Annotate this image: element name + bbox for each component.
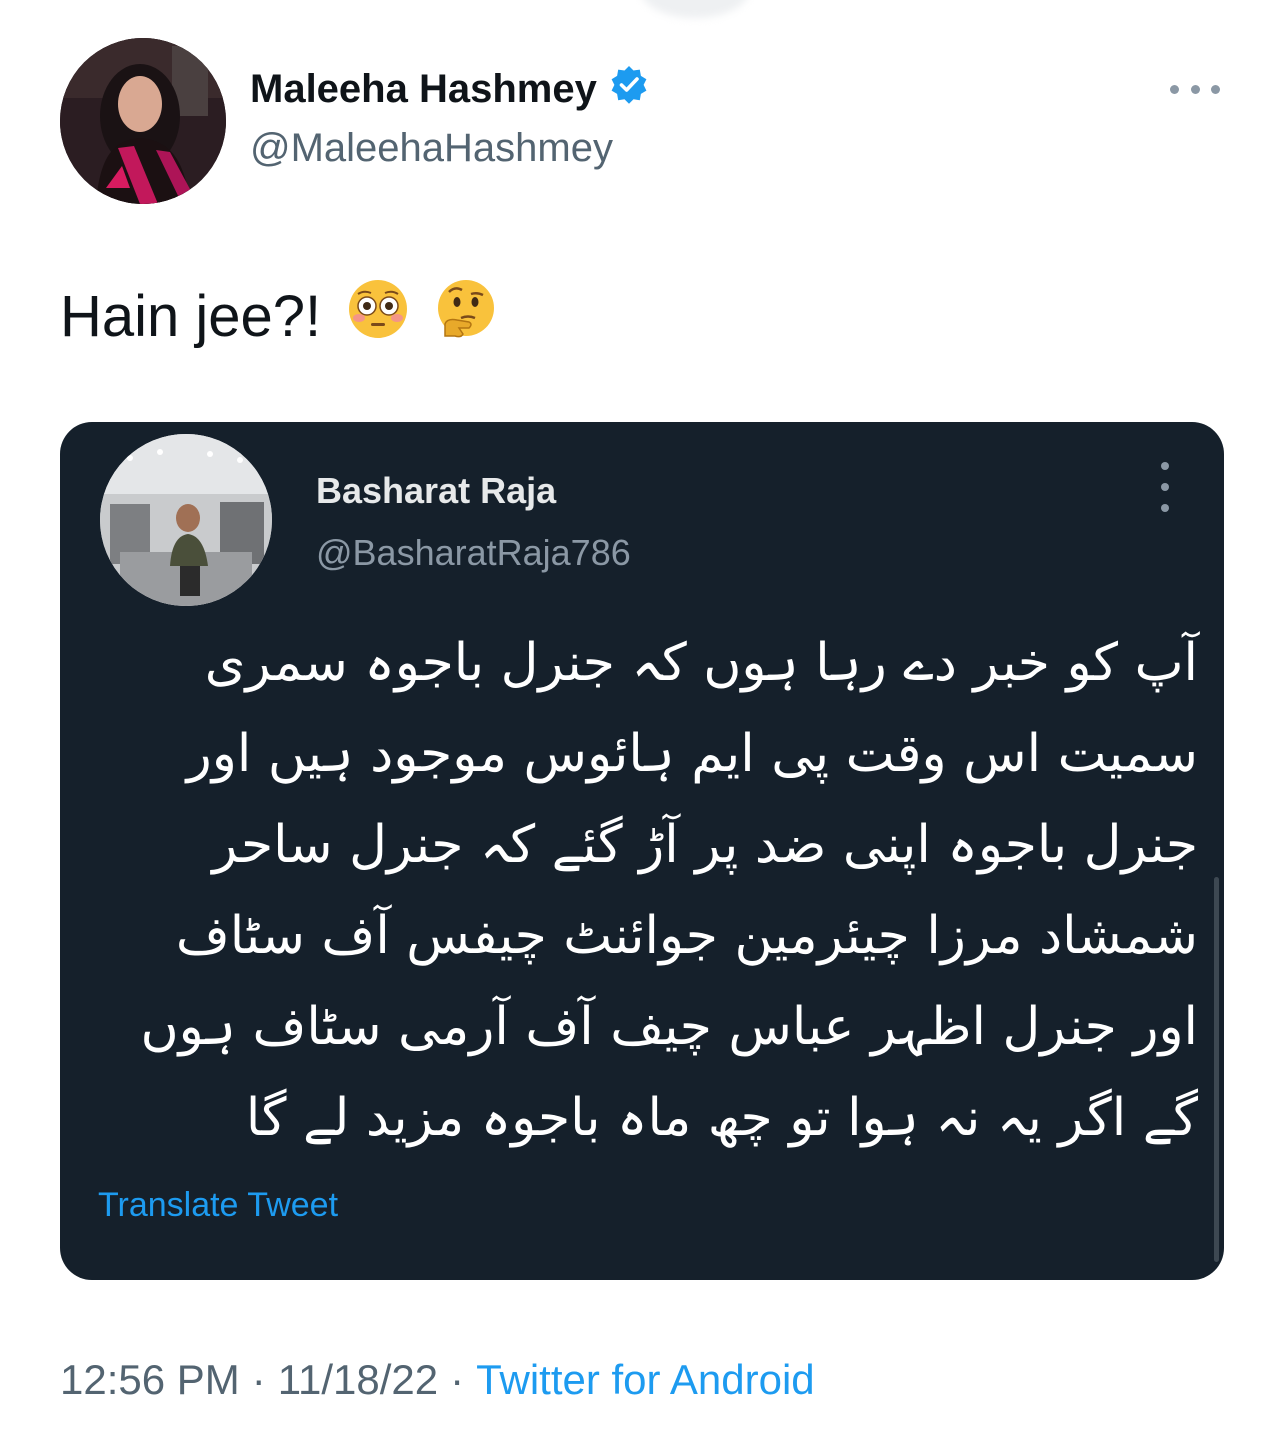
more-dot xyxy=(1211,84,1220,94)
more-dot xyxy=(1170,84,1179,94)
tweet-body: Hain jee?! xyxy=(60,278,497,354)
more-options-icon[interactable] xyxy=(1170,76,1220,102)
translate-tweet-link[interactable]: Translate Tweet xyxy=(98,1186,338,1225)
tweet-text: Hain jee?! xyxy=(60,283,322,349)
meta-separator: · xyxy=(251,1356,266,1403)
tweet-date[interactable]: 11/18/22 xyxy=(278,1356,438,1404)
quoted-text-line: سمیت اس وقت پی ایم ہائوس موجود ہیں اور xyxy=(186,724,1198,784)
quoted-text-line: گے اگر یہ نہ ہوا تو چھ ماہ باجوہ مزید لے… xyxy=(245,1088,1198,1148)
thinking-face-icon xyxy=(435,278,497,354)
author-handle[interactable]: @MaleehaHashmey xyxy=(250,126,613,171)
quoted-text-line: آپ کو خبر دے رہا ہوں کہ جنرل باجوہ سمری xyxy=(204,633,1198,693)
top-shadow-decoration xyxy=(640,0,750,18)
tweet-meta: 12:56 PM · 11/18/22 · Twitter for Androi… xyxy=(60,1356,815,1404)
author-avatar-image xyxy=(60,38,226,204)
quoted-text-line: اور جنرل اظہر عباس چیف آف آرمی سٹاف ہوں xyxy=(140,997,1198,1057)
more-dot xyxy=(1161,462,1169,470)
tweet-time[interactable]: 12:56 PM xyxy=(60,1356,240,1404)
quoted-more-options-icon[interactable] xyxy=(1153,462,1177,512)
more-dot xyxy=(1161,504,1169,512)
flushed-face-icon xyxy=(347,278,409,354)
quoted-author-name[interactable]: Basharat Raja xyxy=(316,470,556,512)
quoted-author-avatar[interactable] xyxy=(100,434,272,606)
quoted-author-handle[interactable]: @BasharatRaja786 xyxy=(316,532,631,574)
author-name-text: Maleeha Hashmey xyxy=(250,66,597,111)
author-avatar[interactable] xyxy=(60,38,226,204)
quoted-tweet-card[interactable]: Basharat Raja @BasharatRaja786 آپ کو خبر… xyxy=(60,422,1224,1280)
more-dot xyxy=(1190,84,1200,94)
tweet-source-link[interactable]: Twitter for Android xyxy=(476,1356,814,1404)
quoted-text-line: شمشاد مرزا چیئرمین جوائنٹ چیفس آف سٹاف xyxy=(175,906,1198,966)
more-dot xyxy=(1161,483,1169,491)
quoted-avatar-image xyxy=(100,434,272,606)
author-display-name[interactable]: Maleeha Hashmey xyxy=(250,64,649,114)
meta-separator: · xyxy=(450,1356,465,1403)
quoted-tweet-text: آپ کو خبر دے رہا ہوں کہ جنرل باجوہ سمری … xyxy=(88,618,1198,1164)
quoted-text-line: جنرل باجوہ اپنی ضد پر آڑ گئے کہ جنرل ساح… xyxy=(212,815,1198,875)
quoted-scrollbar[interactable] xyxy=(1214,877,1219,1262)
verified-badge-icon xyxy=(609,64,649,114)
